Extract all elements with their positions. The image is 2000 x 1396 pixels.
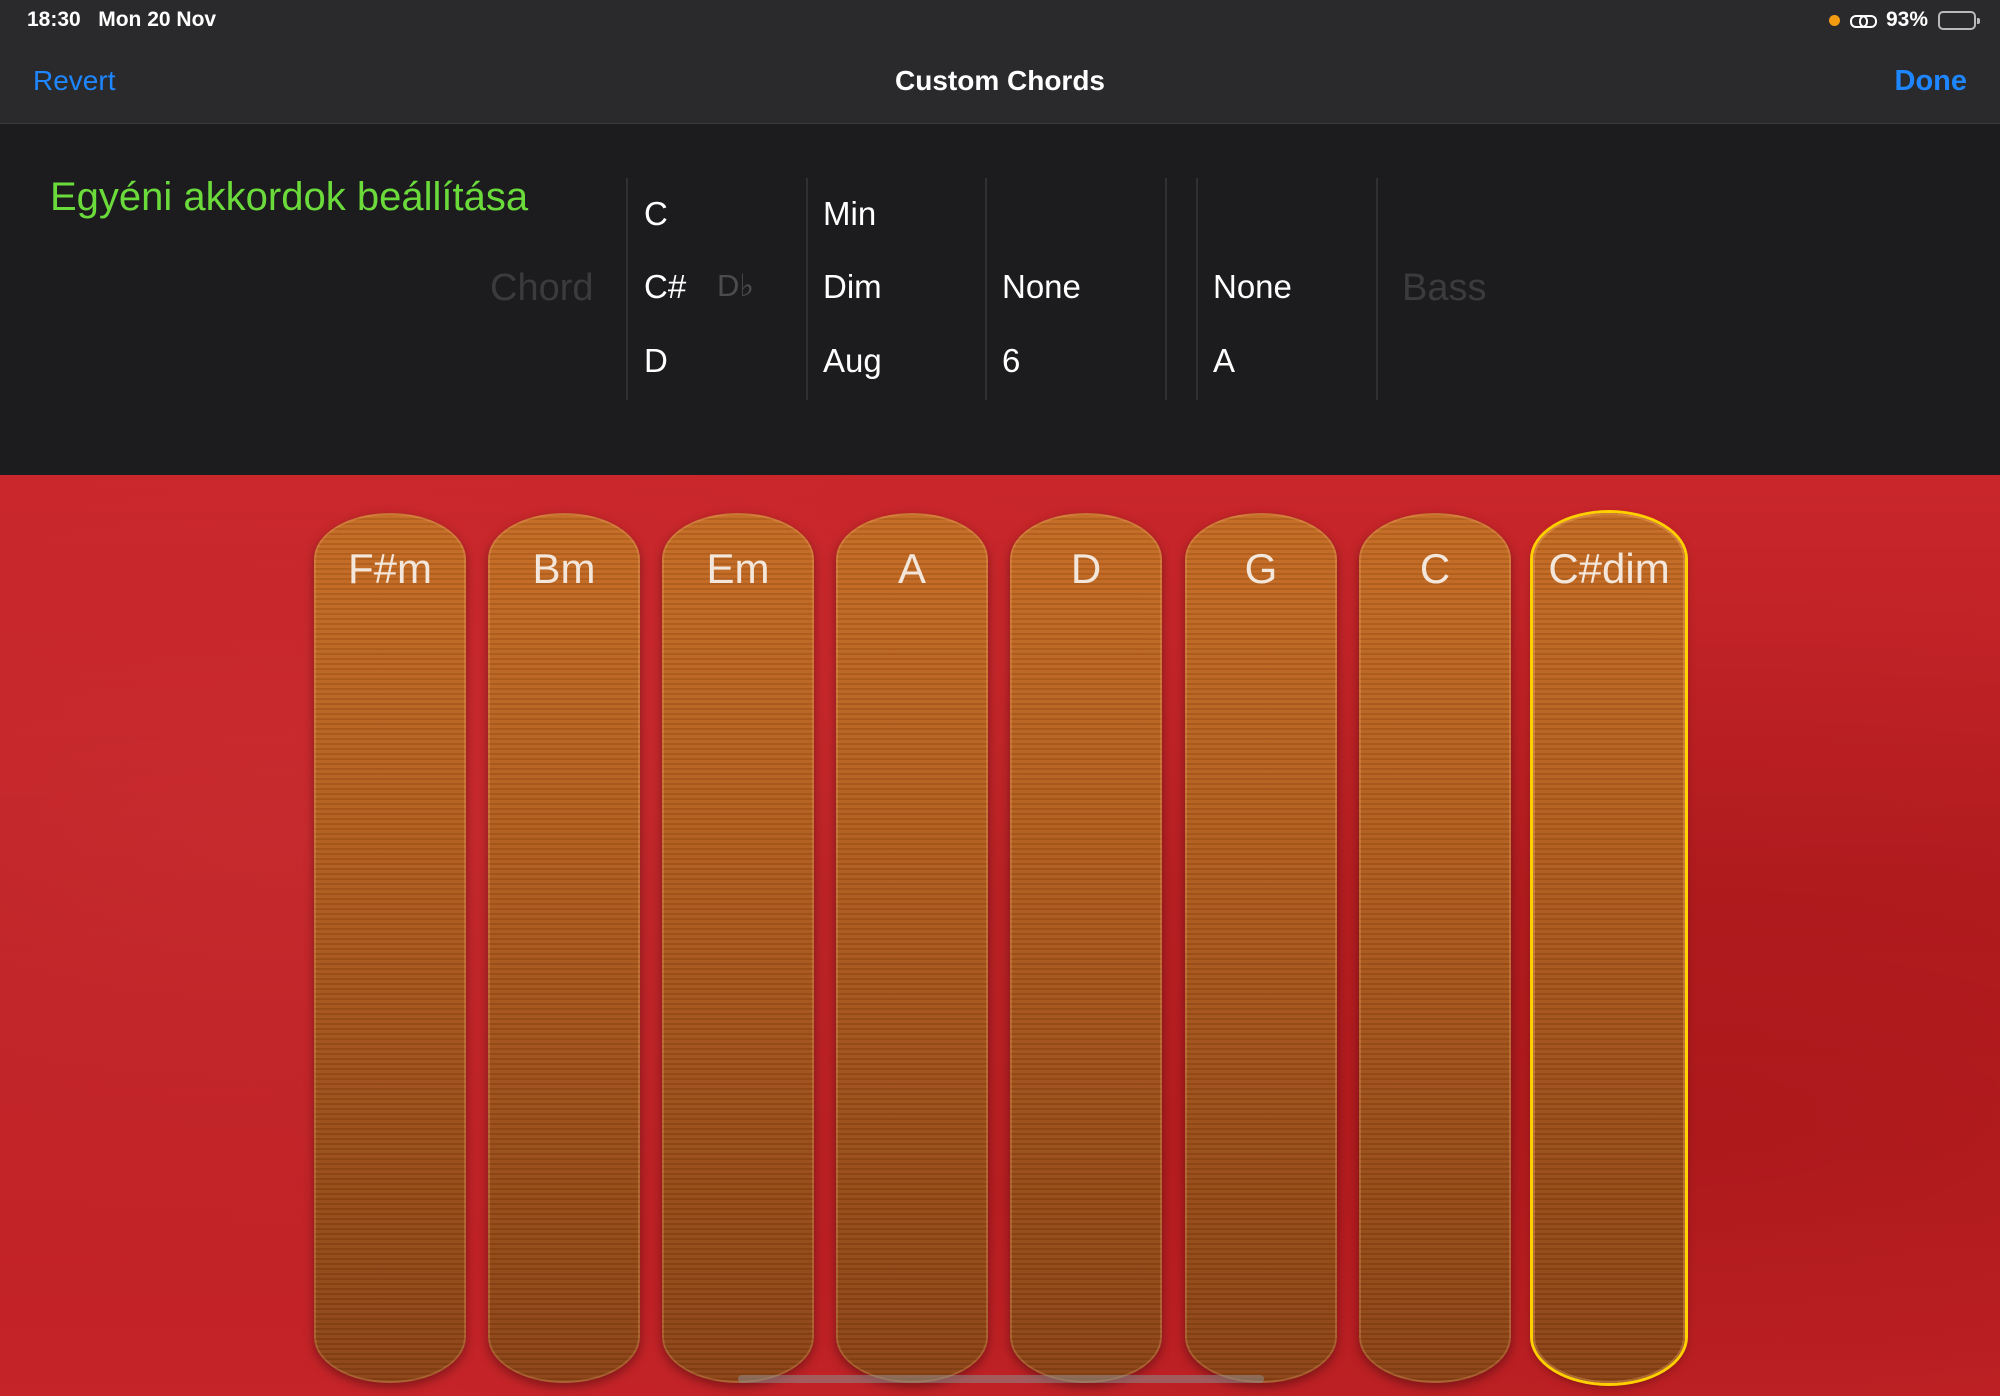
quality-option-below[interactable]: Aug [823,342,882,380]
picker-divider [626,178,628,400]
battery-tip [1977,17,1980,24]
privacy-indicator-icon [1828,14,1840,26]
quality-option-above[interactable]: Min [823,195,876,233]
chord-strip[interactable]: C#dim [1533,513,1685,1383]
status-time: 18:30 Mon 20 Nov [27,8,217,31]
chord-strip[interactable]: D [1010,513,1162,1383]
done-button[interactable]: Done [1895,65,1968,98]
navigation-bar: Revert Custom Chords Done [0,40,2000,124]
battery-icon [1938,10,1980,30]
chord-strip-label: G [1244,545,1278,592]
chord-strip-label: D [1070,545,1102,592]
page-title: Custom Chords [895,65,1105,96]
extension-option-selected[interactable]: None [1002,268,1081,306]
root-option-enharmonic[interactable]: D♭ [717,268,754,304]
picker-divider [985,178,987,400]
editor-heading: Egyéni akkordok beállítása [50,175,529,219]
chord-strip-label: Bm [532,545,596,592]
root-option-below[interactable]: D [644,342,668,380]
chord-strip-label: Em [706,545,770,592]
bass-label: Bass [1402,267,1487,309]
chord-editor: Egyéni akkordok beállítása Chord C C# D♭… [0,125,2000,475]
chord-strip-label: C#dim [1548,545,1670,592]
status-date: Mon 20 Nov [98,8,217,31]
chord-strip[interactable]: Bm [488,513,640,1383]
picker-divider [1196,178,1198,400]
picker-divider [1376,178,1378,400]
chord-label: Chord [490,267,594,309]
quality-option-selected[interactable]: Dim [823,268,882,306]
status-indicators: 93% [1828,8,1980,32]
root-option-above[interactable]: C [644,195,668,233]
bass-option-selected[interactable]: None [1213,268,1292,306]
chord-strip[interactable]: F#m [314,513,466,1383]
chord-strip-label: F#m [348,545,432,592]
chord-strip[interactable]: G [1185,513,1337,1383]
root-option-selected[interactable]: C# [644,268,686,306]
link-icon [1849,12,1877,28]
chord-strip-label: A [897,545,926,592]
picker-divider [1165,178,1167,400]
chord-strip[interactable]: Em [662,513,814,1383]
picker-divider [806,178,808,400]
chord-strips-area: F#m Bm Em A D G C C#dim [0,475,2000,1396]
home-indicator[interactable] [738,1375,1264,1383]
chord-strip-label: C [1419,545,1451,592]
bass-option-below[interactable]: A [1213,342,1235,380]
battery-percent: 93% [1885,8,1928,31]
status-bar: 18:30 Mon 20 Nov 93% [0,0,2000,40]
extension-option-below[interactable]: 6 [1002,342,1020,380]
chord-strip[interactable]: A [836,513,988,1383]
chord-strip[interactable]: C [1359,513,1511,1383]
